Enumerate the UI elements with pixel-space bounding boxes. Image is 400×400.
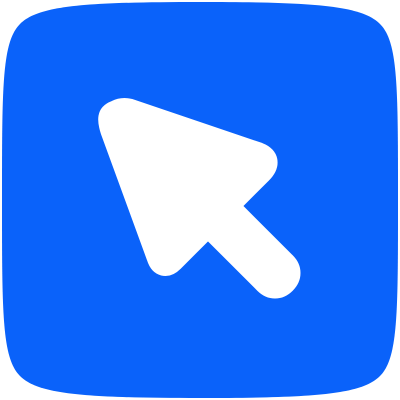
app-icon-canvas: [0, 0, 400, 400]
app-icon: [2, 2, 398, 398]
